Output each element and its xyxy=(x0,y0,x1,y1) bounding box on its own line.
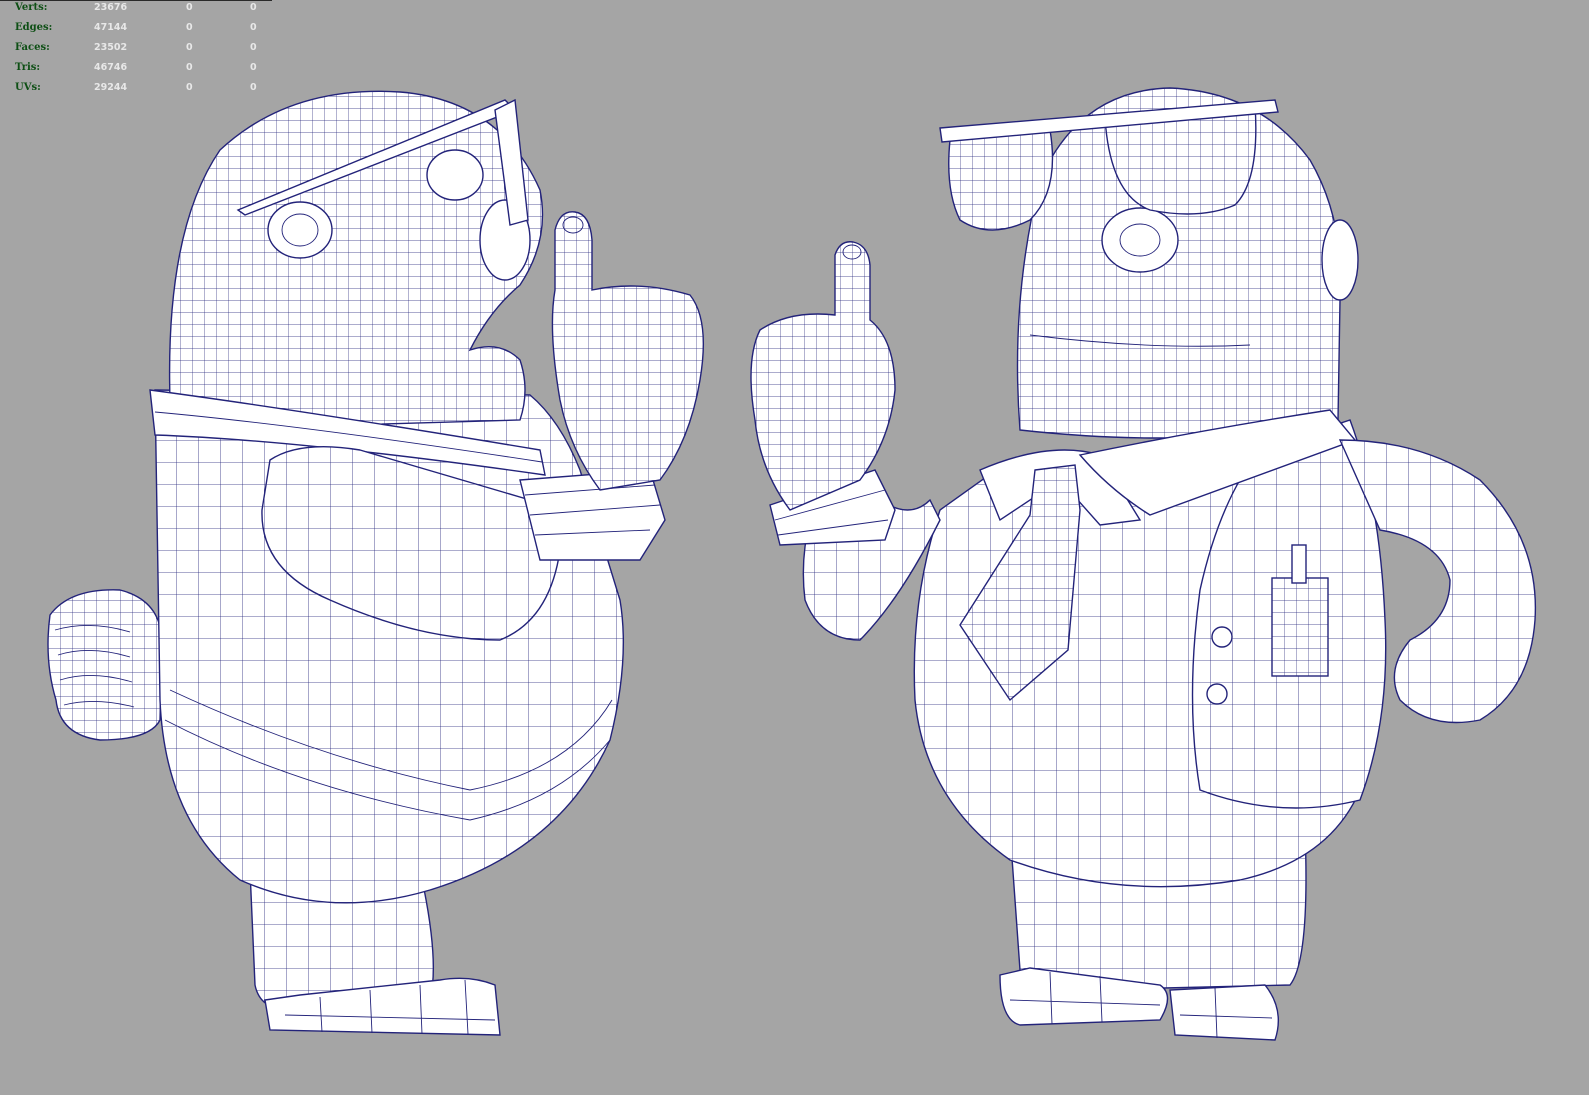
hud-value-component: 0 xyxy=(250,82,257,93)
hud-label: Edges: xyxy=(15,22,53,33)
hud-label: Verts: xyxy=(15,2,48,13)
hud-value-selected: 0 xyxy=(186,82,193,93)
character-front-view[interactable] xyxy=(750,87,1537,1041)
hud-label: Faces: xyxy=(15,42,50,53)
hud-value-object: 23502 xyxy=(94,42,128,53)
hud-label: Tris: xyxy=(15,62,41,73)
hud-value-component: 0 xyxy=(250,22,257,33)
left-character-back-hand xyxy=(47,589,163,741)
hud-value-object: 23676 xyxy=(94,2,128,13)
right-character-pointing-hand xyxy=(750,241,896,511)
left-character-head xyxy=(168,90,544,431)
hud-row-faces: Faces: 23502 0 0 xyxy=(0,41,272,55)
hud-row-edges: Edges: 47144 0 0 xyxy=(0,21,272,35)
left-character-pointing-hand xyxy=(551,211,704,491)
hud-value-component: 0 xyxy=(250,42,257,53)
hud-label: UVs: xyxy=(15,82,41,93)
poly-count-hud: Verts: 23676 0 0 Edges: 47144 0 0 Faces:… xyxy=(0,0,272,98)
character-side-view[interactable] xyxy=(47,90,704,1036)
hud-value-object: 46746 xyxy=(94,62,128,73)
hud-value-component: 0 xyxy=(250,62,257,73)
hud-value-object: 29244 xyxy=(94,82,128,93)
hud-row-uvs: UVs: 29244 0 0 xyxy=(0,81,272,95)
hud-row-verts: Verts: 23676 0 0 xyxy=(0,1,272,15)
hud-value-selected: 0 xyxy=(186,2,193,13)
hud-value-selected: 0 xyxy=(186,62,193,73)
hud-value-selected: 0 xyxy=(186,22,193,33)
hud-value-object: 47144 xyxy=(94,22,128,33)
hud-row-tris: Tris: 46746 0 0 xyxy=(0,61,272,75)
hud-value-selected: 0 xyxy=(186,42,193,53)
viewport-canvas[interactable] xyxy=(0,0,1589,1095)
hud-value-component: 0 xyxy=(250,2,257,13)
